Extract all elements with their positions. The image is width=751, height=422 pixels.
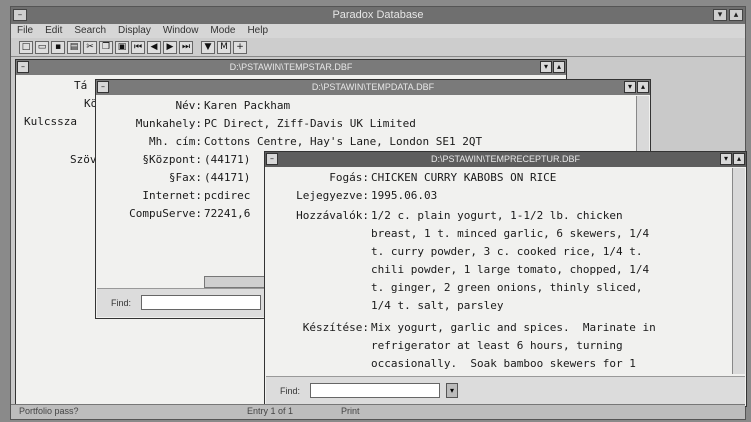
window-1-field-label: Szöv — [70, 153, 97, 166]
open-icon[interactable]: ▭ — [35, 40, 49, 54]
menu-window[interactable]: Window — [163, 24, 199, 38]
ingredients-line[interactable]: 1/4 t. salt, parsley — [371, 298, 503, 313]
window-1-field-label: Tá — [74, 79, 88, 92]
menu-file[interactable]: File — [17, 24, 33, 38]
window-2-title-bar[interactable]: D:\PSTAWIN\TEMPDATA.DBF – ▾ ▴ — [96, 80, 650, 95]
status-right: Print — [341, 406, 360, 416]
menu-help[interactable]: Help — [247, 24, 268, 38]
dish-value[interactable]: CHICKEN CURRY KABOBS ON RICE — [371, 170, 556, 185]
work-address-value[interactable]: Cottons Centre, Hay's Lane, London SE1 2… — [204, 134, 482, 149]
toolbar: □ ▭ ▪ ▤ ✂ ❐ ▣ ⏮ ◀ ▶ ⏭ ▼ M + — [11, 38, 745, 57]
window-2-hscrollbar[interactable] — [204, 276, 266, 288]
window-3-menu-icon[interactable]: – — [266, 153, 278, 165]
window-1-maximize-icon[interactable]: ▴ — [553, 61, 565, 73]
app-title-bar: Paradox Database – ▾ ▴ — [11, 7, 745, 24]
window-3-find-bar: Find: ▾ — [266, 376, 745, 405]
window-1-title: D:\PSTAWIN\TEMPSTAR.DBF — [229, 62, 353, 72]
window-3-minimize-icon[interactable]: ▾ — [720, 153, 732, 165]
work-address-label: Mh. cím: — [149, 135, 202, 148]
card-window-3[interactable]: D:\PSTAWIN\TEMPRECEPTUR.DBF – ▾ ▴ Fogás:… — [264, 151, 747, 407]
compuserve-value[interactable]: 72241,6 — [204, 206, 250, 221]
preparation-line[interactable]: occasionally. Soak bamboo skewers for 1 — [371, 356, 636, 371]
status-left: Portfolio pass? — [19, 406, 79, 416]
find-dropdown-icon[interactable]: ▾ — [446, 383, 458, 398]
window-2-find-label: Find: — [111, 298, 132, 308]
name-value[interactable]: Karen Packham — [204, 98, 290, 113]
save-icon[interactable]: ▪ — [51, 40, 65, 54]
ingredients-label: Hozzávalók: — [296, 209, 369, 222]
workplace-value[interactable]: PC Direct, Ziff-Davis UK Limited — [204, 116, 416, 131]
ingredients-line[interactable]: 1/2 c. plain yogurt, 1-1/2 lb. chicken — [371, 208, 623, 223]
window-1-menu-icon[interactable]: – — [17, 61, 29, 73]
window-2-menu-icon[interactable]: – — [97, 81, 109, 93]
minimize-icon[interactable]: ▾ — [713, 9, 727, 21]
recorded-value[interactable]: 1995.06.03 — [371, 188, 437, 203]
window-2-title: D:\PSTAWIN\TEMPDATA.DBF — [311, 82, 435, 92]
add-record-icon[interactable]: + — [233, 40, 247, 54]
find-icon[interactable]: M — [217, 40, 231, 54]
dish-label: Fogás: — [329, 171, 369, 184]
prev-record-icon[interactable]: ◀ — [147, 40, 161, 54]
phone-value[interactable]: (44171) — [204, 152, 250, 167]
window-3-maximize-icon[interactable]: ▴ — [733, 153, 745, 165]
menu-mode[interactable]: Mode — [210, 24, 235, 38]
fax-value[interactable]: (44171) — [204, 170, 250, 185]
window-1-title-bar[interactable]: D:\PSTAWIN\TEMPSTAR.DBF – ▾ ▴ — [16, 60, 566, 75]
preparation-label: Készítése: — [302, 321, 369, 334]
compuserve-label: CompuServe: — [129, 207, 202, 220]
fax-label: §Fax: — [168, 171, 202, 184]
status-bar: Portfolio pass? Entry 1 of 1 Print — [11, 404, 745, 419]
system-menu-icon[interactable]: – — [13, 9, 27, 21]
internet-label: Internet: — [142, 189, 202, 202]
name-label: Név: — [175, 99, 203, 112]
window-3-scrollbar[interactable] — [732, 168, 745, 374]
window-1-field-label: Kulcssza — [24, 115, 77, 128]
cut-icon[interactable]: ✂ — [83, 40, 97, 54]
window-3-title: D:\PSTAWIN\TEMPRECEPTUR.DBF — [430, 154, 580, 164]
menu-edit[interactable]: Edit — [45, 24, 62, 38]
copy-icon[interactable]: ❐ — [99, 40, 113, 54]
phone-label: §Központ: — [142, 153, 202, 166]
next-record-icon[interactable]: ▶ — [163, 40, 177, 54]
ingredients-line[interactable]: t. curry powder, 3 c. cooked rice, 1/4 t… — [371, 244, 643, 259]
down-arrow-icon[interactable]: ▼ — [201, 40, 215, 54]
window-2-find-input[interactable] — [141, 295, 261, 310]
window-3-title-bar[interactable]: D:\PSTAWIN\TEMPRECEPTUR.DBF – ▾ ▴ — [265, 152, 746, 167]
first-record-icon[interactable]: ⏮ — [131, 40, 145, 54]
menu-bar: File Edit Search Display Window Mode Hel… — [11, 24, 745, 38]
ingredients-line[interactable]: t. ginger, 2 green onions, thinly sliced… — [371, 280, 643, 295]
ingredients-line[interactable]: chili powder, 1 large tomato, chopped, 1… — [371, 262, 649, 277]
maximize-icon[interactable]: ▴ — [729, 9, 743, 21]
last-record-icon[interactable]: ⏭ — [179, 40, 193, 54]
app-title: Paradox Database — [332, 9, 424, 21]
print-icon[interactable]: ▤ — [67, 40, 81, 54]
preparation-line[interactable]: refrigerator at least 6 hours, turning — [371, 338, 623, 353]
status-middle: Entry 1 of 1 — [247, 406, 294, 416]
paste-icon[interactable]: ▣ — [115, 40, 129, 54]
window-2-maximize-icon[interactable]: ▴ — [637, 81, 649, 93]
workplace-label: Munkahely: — [135, 117, 202, 130]
window-3-find-input[interactable] — [310, 383, 440, 398]
ingredients-line[interactable]: breast, 1 t. minced garlic, 6 skewers, 1… — [371, 226, 649, 241]
window-1-minimize-icon[interactable]: ▾ — [540, 61, 552, 73]
recorded-label: Lejegyezve: — [296, 189, 369, 202]
menu-display[interactable]: Display — [118, 24, 151, 38]
app-window: Paradox Database – ▾ ▴ File Edit Search … — [10, 6, 747, 420]
new-icon[interactable]: □ — [19, 40, 33, 54]
menu-search[interactable]: Search — [74, 24, 106, 38]
window-2-minimize-icon[interactable]: ▾ — [624, 81, 636, 93]
internet-value[interactable]: pcdirec — [204, 188, 250, 203]
preparation-line[interactable]: Mix yogurt, garlic and spices. Marinate … — [371, 320, 656, 335]
window-3-find-label: Find: — [280, 386, 301, 396]
